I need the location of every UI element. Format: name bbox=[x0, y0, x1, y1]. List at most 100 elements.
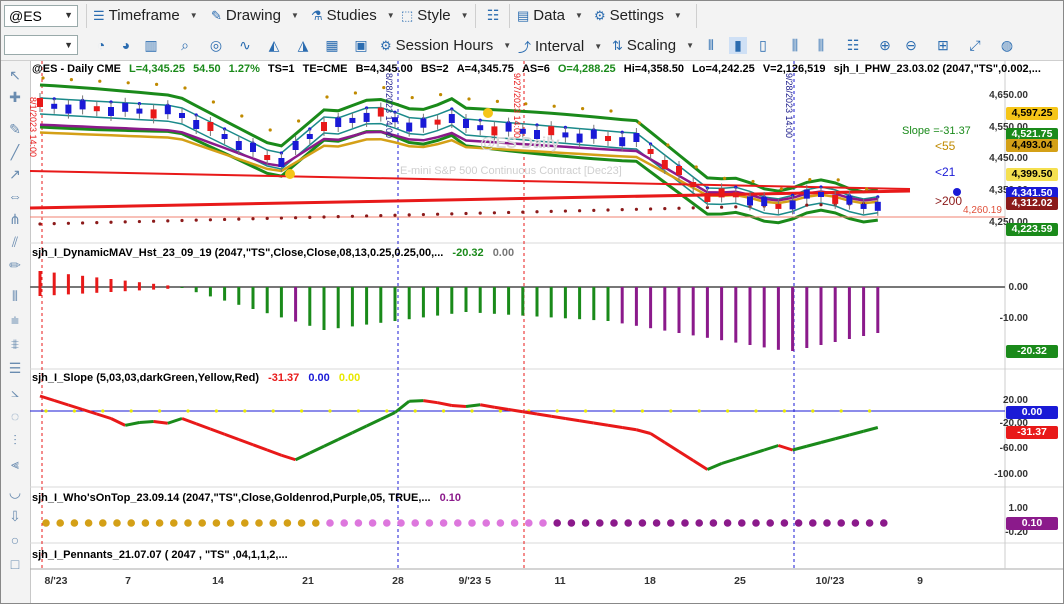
wrench-icon[interactable]: ✎ bbox=[4, 118, 26, 140]
chart-area[interactable]: @ES - Daily CME L=4,345.25 54.50 1.27% T… bbox=[28, 61, 1064, 604]
drawing-menu[interactable]: ✎ Drawing ▼ bbox=[211, 7, 299, 24]
rectangle-icon[interactable]: □ bbox=[4, 553, 26, 575]
magnify-icon[interactable]: ⌕ bbox=[176, 37, 194, 54]
add-chart-icon[interactable]: ⤢ bbox=[966, 37, 984, 54]
whosontop-dot bbox=[454, 519, 462, 527]
hollow-candle-icon[interactable]: ▯ bbox=[754, 37, 772, 54]
slope-line-segment bbox=[735, 453, 751, 461]
hist-bar bbox=[251, 287, 255, 309]
candle-body bbox=[179, 113, 185, 118]
ma-dot bbox=[637, 121, 642, 125]
ma-dot bbox=[353, 91, 357, 95]
fib2-icon[interactable]: ⩨ bbox=[4, 333, 26, 355]
speedometer2-icon[interactable]: ◕ bbox=[117, 37, 135, 53]
grid-icon[interactable]: ▦ bbox=[323, 37, 341, 54]
arrows-h-icon[interactable]: ⇔ bbox=[4, 185, 26, 207]
area-chart-icon[interactable]: ◭ bbox=[265, 37, 283, 54]
x-axis-label: 25 bbox=[734, 575, 746, 587]
arrow-down-icon[interactable]: ⇩ bbox=[4, 505, 26, 527]
chevron-down-icon[interactable]: ▼ bbox=[64, 40, 73, 50]
bars-icon[interactable]: ⫷ bbox=[4, 453, 26, 475]
cycles-icon[interactable]: ⫶ bbox=[4, 429, 26, 451]
line-chart-icon[interactable]: ∿ bbox=[236, 37, 254, 54]
zoom-in-icon[interactable]: ⊕ bbox=[876, 37, 894, 54]
crosshair-icon[interactable]: ✚ bbox=[4, 86, 26, 108]
zoom-box-icon[interactable]: ⊞ bbox=[934, 37, 952, 54]
candle-body bbox=[65, 104, 72, 114]
slope-line-segment bbox=[621, 426, 637, 432]
candle-body bbox=[321, 122, 327, 131]
session-hours-menu[interactable]: ⚙ Session Hours ▼ bbox=[380, 37, 511, 54]
hlines-icon[interactable]: ☰ bbox=[4, 357, 26, 379]
whosontop-dot bbox=[880, 519, 888, 527]
layout-icon[interactable]: ☷ bbox=[484, 7, 502, 24]
fan-icon[interactable]: ⦣ bbox=[4, 381, 26, 403]
interval-menu[interactable]: ⤴ Interval ▼ bbox=[518, 37, 602, 56]
slope-line-segment bbox=[721, 457, 737, 465]
spiral-icon[interactable]: ◌ bbox=[4, 405, 26, 427]
slope-line-segment bbox=[337, 431, 354, 441]
slope-zero-dot bbox=[129, 409, 133, 413]
candle-style-icon[interactable]: ▮ bbox=[729, 37, 747, 54]
scaling-menu[interactable]: ⇅ Scaling ▼ bbox=[612, 37, 694, 54]
pencil-icon[interactable]: ✏ bbox=[4, 254, 26, 276]
slope-line-segment bbox=[820, 437, 836, 444]
blank-combo[interactable]: ▼ bbox=[4, 35, 78, 55]
volume2-icon[interactable]: ⫼ bbox=[812, 37, 830, 54]
candle-body bbox=[548, 126, 555, 136]
whosontop-dot bbox=[823, 519, 831, 527]
arc-icon[interactable]: ◡ bbox=[4, 481, 26, 503]
data-menu[interactable]: ▤ Data ▼ bbox=[517, 7, 583, 24]
candle-body bbox=[278, 158, 285, 167]
channel-icon[interactable]: ⫽ bbox=[4, 231, 26, 253]
price-axis-label: 4,650.00 bbox=[989, 90, 1028, 101]
hist-study-title: sjh_I_DynamicMAV_Hst_23_09_19 (2047,"TS"… bbox=[32, 247, 515, 259]
gauge-icon[interactable]: ◎ bbox=[207, 37, 225, 54]
window-icon[interactable]: ☷ bbox=[844, 37, 862, 54]
ray-icon[interactable]: ↗ bbox=[4, 163, 26, 185]
pitchfork-icon[interactable]: ⋔ bbox=[4, 208, 26, 230]
slope-line-segment bbox=[849, 429, 864, 437]
whosontop-dot bbox=[709, 519, 718, 527]
hist-bar bbox=[876, 287, 880, 333]
slope-line-segment bbox=[863, 426, 879, 433]
trendline-icon[interactable]: ╱ bbox=[4, 141, 26, 163]
ma200-dot bbox=[805, 203, 809, 207]
x-axis-label: 10/'23 bbox=[815, 575, 845, 587]
candle-body bbox=[647, 149, 654, 154]
slope-axis-label: -60.00 bbox=[999, 443, 1028, 454]
whosontop-dot bbox=[155, 519, 164, 527]
bar-style-icon[interactable]: ⫴ bbox=[702, 37, 720, 54]
volume-icon[interactable]: ⫼ bbox=[786, 37, 804, 54]
pct-change: 1.27% bbox=[228, 63, 260, 75]
chevron-down-icon[interactable]: ▼ bbox=[64, 10, 73, 20]
whosontop-dot bbox=[383, 519, 391, 527]
hist-axis-label: -10.00 bbox=[999, 313, 1028, 324]
whosontop-study-title: sjh_I_Who'sOnTop_23.09.14 (2047,"TS",Clo… bbox=[32, 492, 462, 504]
settings-menu[interactable]: ⚙ Settings ▼ bbox=[594, 7, 682, 24]
area-chart2-icon[interactable]: ◮ bbox=[294, 37, 312, 54]
hist-bar bbox=[137, 282, 141, 291]
symbol-combo[interactable]: @ES ▼ bbox=[4, 5, 78, 27]
vlines-icon[interactable]: ⦀ bbox=[4, 285, 26, 307]
studies-menu[interactable]: ⚗ Studies ▼ bbox=[311, 7, 395, 24]
slope-line-segment bbox=[423, 399, 438, 405]
hist-bar bbox=[606, 287, 610, 321]
pointer-icon[interactable]: ↖ bbox=[4, 64, 26, 86]
timeframe-menu[interactable]: ☰ Timeframe ▼ bbox=[93, 7, 198, 24]
style-menu[interactable]: ⬚ Style ▼ bbox=[401, 7, 469, 24]
circle-icon[interactable]: ○ bbox=[4, 529, 26, 551]
whosontop-dot bbox=[297, 519, 306, 527]
slope-line-segment bbox=[195, 422, 211, 431]
ma200-label: >200 bbox=[935, 194, 963, 208]
slope-zero-dot bbox=[271, 409, 275, 413]
grid2-icon[interactable]: ▣ bbox=[352, 37, 370, 54]
fib-icon[interactable]: ⩧ bbox=[4, 309, 26, 331]
zoom-out-icon[interactable]: ⊖ bbox=[902, 37, 920, 54]
speedometer-icon[interactable]: ◔ bbox=[92, 37, 110, 53]
bar-chart-icon[interactable]: ▥ bbox=[142, 37, 160, 54]
ma200-dot bbox=[521, 210, 525, 214]
web-icon[interactable]: ◍ bbox=[998, 37, 1016, 54]
ma200-dot bbox=[152, 219, 156, 223]
slope-line-segment bbox=[706, 462, 723, 471]
